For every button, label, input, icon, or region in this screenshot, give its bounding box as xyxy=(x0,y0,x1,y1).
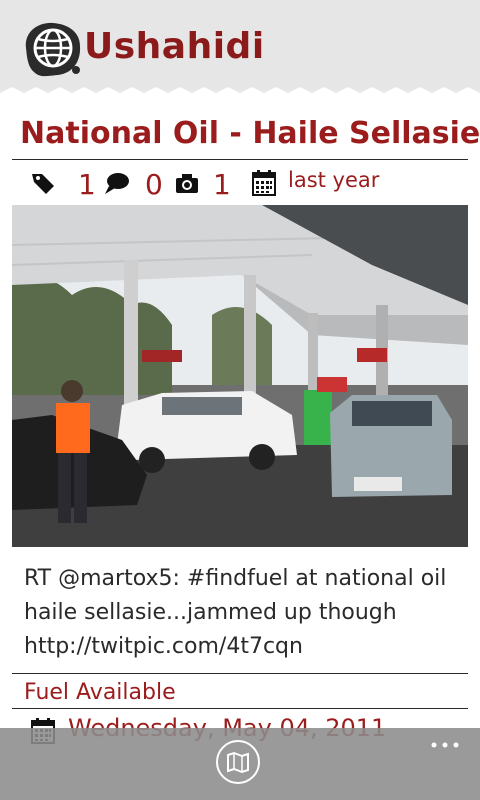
map-button[interactable] xyxy=(216,740,260,784)
app-header: Ushahidi xyxy=(0,0,480,101)
report-date-relative: last year xyxy=(288,168,380,192)
photo-count: 1 xyxy=(213,168,231,201)
camera-icon xyxy=(176,174,198,193)
tag-count: 1 xyxy=(78,168,96,201)
category-divider xyxy=(12,708,468,709)
report-category[interactable]: Fuel Available xyxy=(24,680,176,705)
tag-icon xyxy=(32,174,54,194)
ushahidi-logo xyxy=(25,22,81,77)
comment-count: 0 xyxy=(145,168,163,201)
header-zigzag-edge xyxy=(0,87,480,101)
report-title: National Oil - Haile Sellasie xyxy=(20,116,480,151)
title-divider xyxy=(12,159,468,160)
report-photo[interactable] xyxy=(12,205,468,547)
report-stats: 1 0 1 last year xyxy=(0,166,480,202)
comment-icon xyxy=(105,173,129,194)
more-icon[interactable] xyxy=(430,740,460,750)
report-description: RT @martox5: #findfuel at national oil h… xyxy=(24,566,447,659)
description-divider xyxy=(12,673,468,674)
map-icon xyxy=(227,751,249,774)
app-brand: Ushahidi xyxy=(84,26,265,67)
app-bar xyxy=(0,728,480,800)
calendar-icon xyxy=(252,170,276,196)
